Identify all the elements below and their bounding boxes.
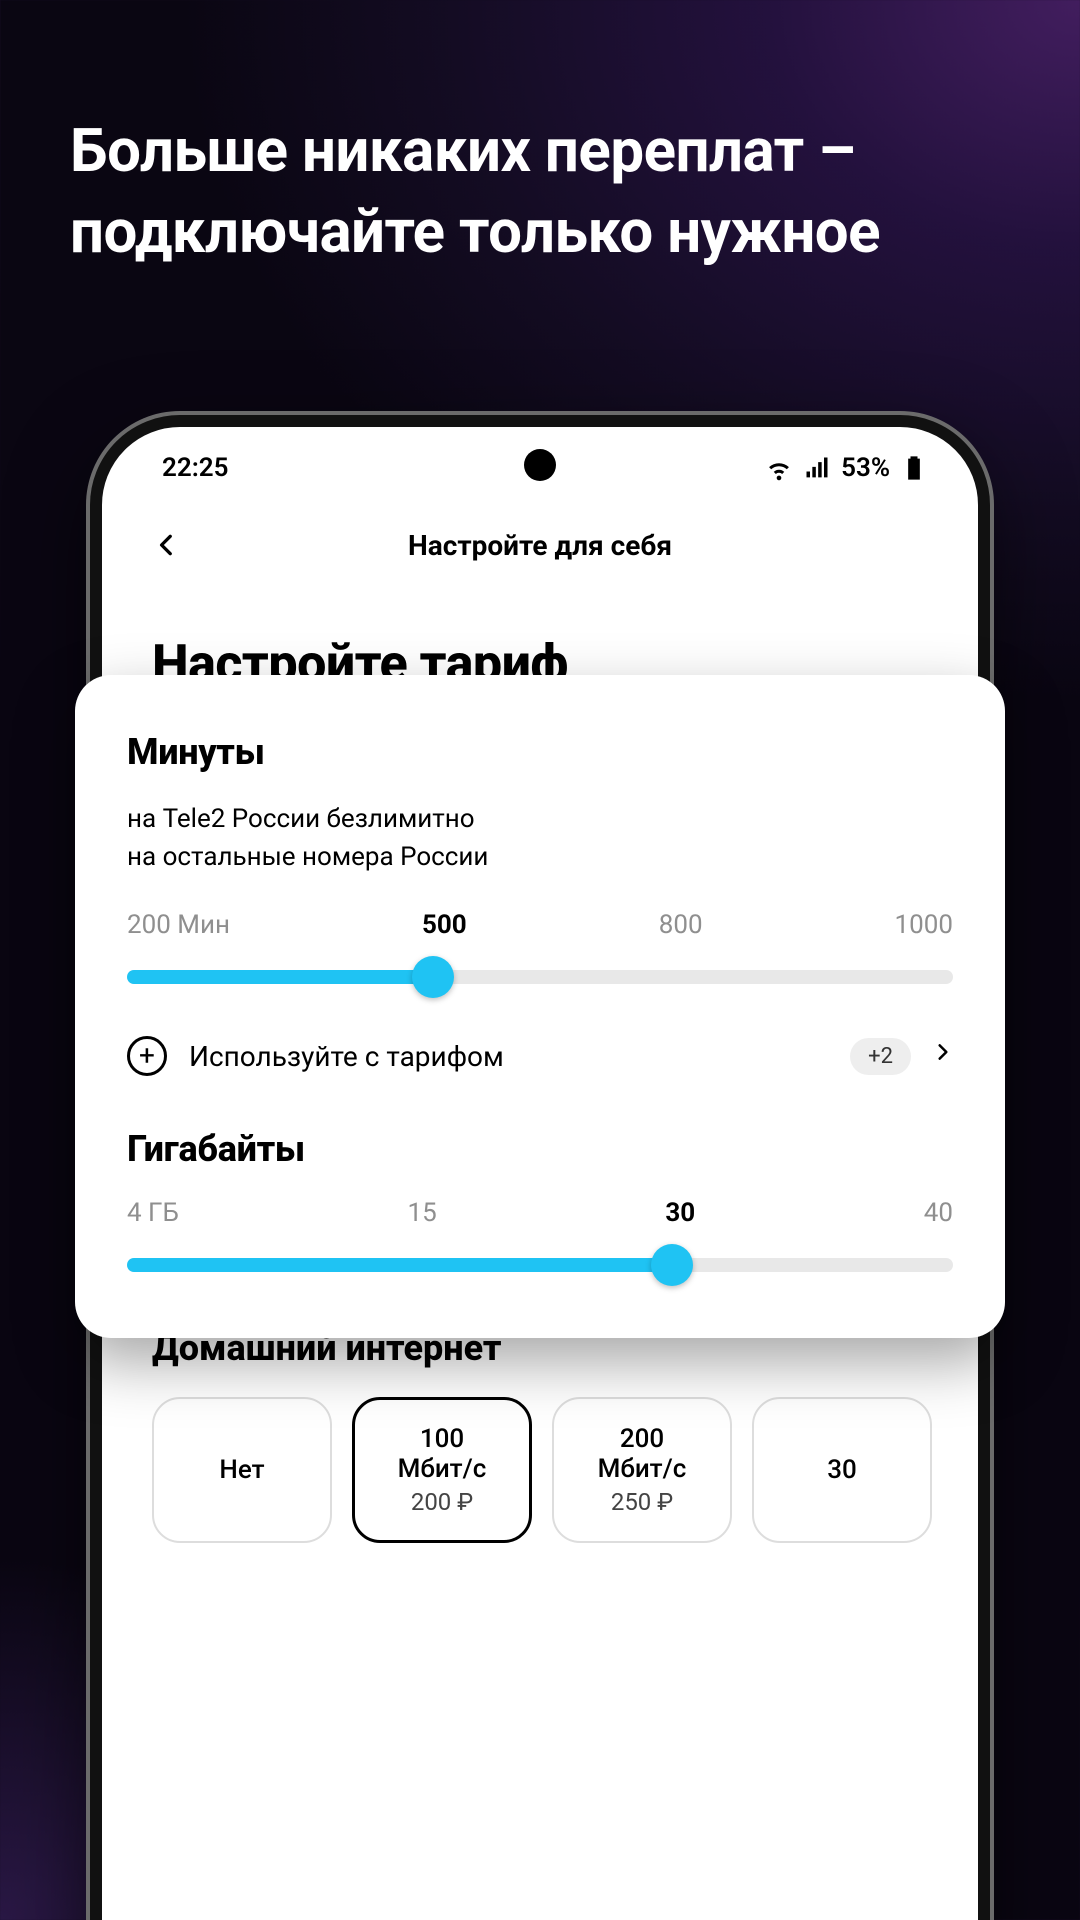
back-button[interactable] <box>142 517 192 573</box>
gb-tick: 30 <box>665 1198 695 1228</box>
minutes-tick: 800 <box>659 910 703 940</box>
gigabytes-slider-thumb[interactable] <box>651 1244 693 1286</box>
plus-icon: + <box>127 1036 167 1076</box>
minutes-slider-fill <box>127 970 433 984</box>
gigabytes-title: Гигабайты <box>127 1128 953 1170</box>
minutes-sub-line1: на Tele2 России безлимитно <box>127 801 953 839</box>
addon-badge: +2 <box>850 1038 911 1075</box>
app-header: Настройте для себя <box>102 493 978 597</box>
minutes-tick: 500 <box>422 910 467 940</box>
config-card: Минуты на Tele2 России безлимитно на ост… <box>75 675 1005 1338</box>
home-option-30[interactable]: 30 <box>752 1397 932 1543</box>
home-option-speed: Нет <box>184 1455 300 1485</box>
addon-label: Используйте с тарифом <box>189 1040 828 1073</box>
home-option-100[interactable]: 100 Мбит/с 200 ₽ <box>352 1397 532 1543</box>
use-with-tariff-row[interactable]: + Используйте с тарифом +2 <box>127 1036 953 1076</box>
home-option-200[interactable]: 200 Мбит/с 250 ₽ <box>552 1397 732 1543</box>
status-battery-pct: 53% <box>841 453 890 483</box>
minutes-slider[interactable] <box>127 970 953 984</box>
minutes-subtitle: на Tele2 России безлимитно на остальные … <box>127 801 953 876</box>
home-option-speed: 30 <box>784 1455 900 1485</box>
home-option-speed: 200 Мбит/с <box>584 1424 700 1484</box>
wifi-icon <box>765 454 793 482</box>
promo-headline: Больше никаких переплат – подключайте то… <box>70 110 1010 272</box>
minutes-sub-line2: на остальные номера России <box>127 839 953 877</box>
gigabytes-slider-fill <box>127 1258 672 1272</box>
phone-camera <box>524 449 556 481</box>
minutes-ticks: 200 Мин 500 800 1000 <box>127 910 953 940</box>
home-option-price: 200 ₽ <box>385 1488 499 1516</box>
minutes-section: Минуты на Tele2 России безлимитно на ост… <box>127 731 953 984</box>
signal-icon <box>803 454 831 482</box>
battery-icon <box>900 454 928 482</box>
minutes-slider-thumb[interactable] <box>412 956 454 998</box>
gb-tick: 15 <box>408 1198 437 1228</box>
below-card-area: Домашний интернет Нет 100 Мбит/с 200 ₽ 2… <box>102 1327 978 1543</box>
gigabytes-slider[interactable] <box>127 1258 953 1272</box>
home-internet-options: Нет 100 Мбит/с 200 ₽ 200 Мбит/с 250 ₽ 30 <box>152 1397 928 1543</box>
home-option-speed: 100 Мбит/с <box>385 1424 499 1484</box>
gb-tick: 40 <box>924 1198 953 1228</box>
chevron-right-icon <box>933 1036 953 1076</box>
minutes-tick: 1000 <box>895 910 953 940</box>
chevron-left-icon <box>154 532 180 558</box>
gigabytes-ticks: 4 ГБ 15 30 40 <box>127 1198 953 1228</box>
header-title: Настройте для себя <box>408 529 672 562</box>
home-option-none[interactable]: Нет <box>152 1397 332 1543</box>
minutes-tick: 200 Мин <box>127 910 230 940</box>
minutes-title: Минуты <box>127 731 953 773</box>
status-time: 22:25 <box>162 453 229 483</box>
gb-tick: 4 ГБ <box>127 1198 179 1228</box>
gigabytes-section: Гигабайты 4 ГБ 15 30 40 <box>127 1128 953 1272</box>
status-right: 53% <box>765 453 928 483</box>
home-option-price: 250 ₽ <box>584 1488 700 1516</box>
